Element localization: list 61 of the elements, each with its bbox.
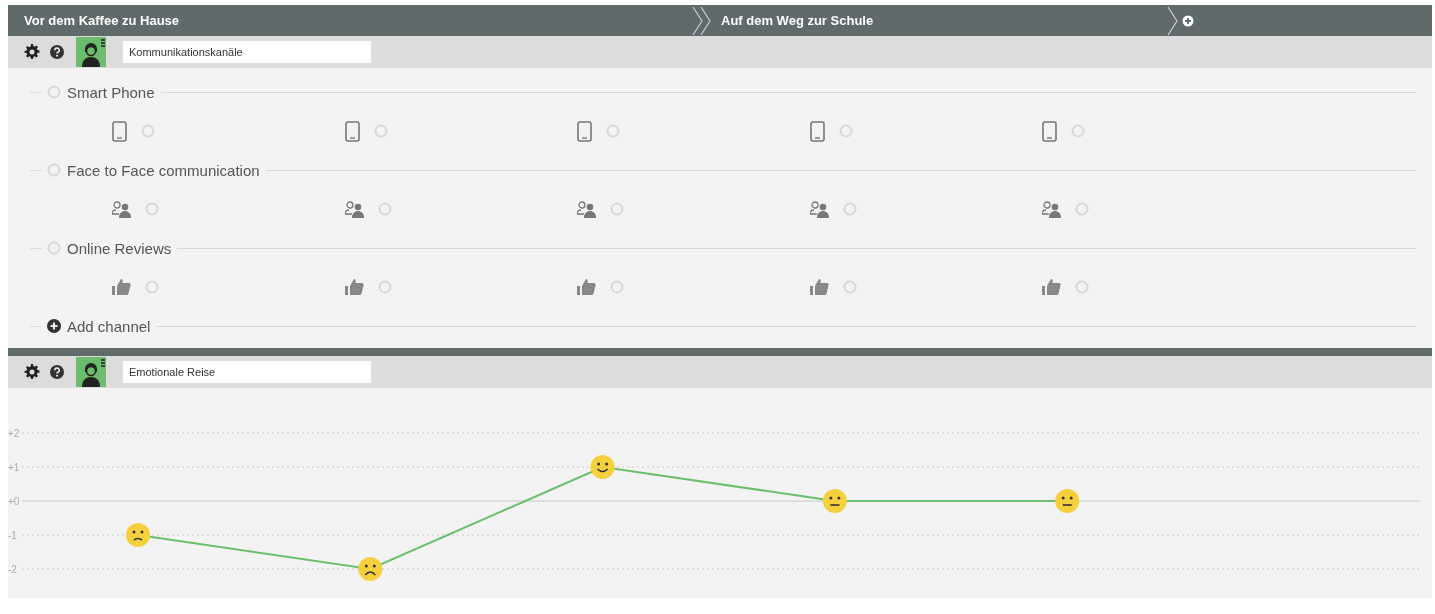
channel-name: Smart Phone xyxy=(67,83,155,101)
stage-tab[interactable]: Auf dem Weg zur Schule xyxy=(712,13,1167,28)
status-icon xyxy=(606,124,620,138)
add-stage-icon[interactable] xyxy=(1182,14,1194,27)
status-icon xyxy=(145,202,159,216)
status-icon xyxy=(838,124,853,138)
chevron-icon xyxy=(692,5,712,36)
axis-label: +0 xyxy=(8,496,20,507)
phone-icon[interactable] xyxy=(1042,120,1057,142)
people-icon[interactable] xyxy=(809,200,829,218)
channel-name: Online Reviews xyxy=(67,239,172,257)
channel-status-icon xyxy=(47,85,61,99)
lane-title-field[interactable]: Kommunikationskanäle xyxy=(123,41,371,63)
people-icon[interactable] xyxy=(112,200,131,218)
status-icon xyxy=(377,202,392,216)
axis-label: -1 xyxy=(8,530,17,541)
thumbs-up-icon[interactable] xyxy=(1042,278,1061,296)
status-icon xyxy=(141,124,155,138)
neutral-face-icon[interactable] xyxy=(1055,489,1080,513)
status-icon xyxy=(377,280,392,294)
people-icon[interactable] xyxy=(1042,200,1061,218)
sad-face-icon[interactable] xyxy=(126,523,150,547)
channel-status-icon xyxy=(47,241,61,255)
channel-status-icon xyxy=(47,163,61,177)
phone-icon[interactable] xyxy=(112,120,127,142)
axis-label: +1 xyxy=(8,462,20,473)
status-icon xyxy=(1071,124,1085,138)
sad-face-icon[interactable] xyxy=(358,557,383,581)
thumbs-up-icon[interactable] xyxy=(344,278,364,296)
help-icon[interactable] xyxy=(50,45,64,59)
status-icon xyxy=(1075,202,1089,216)
help-icon[interactable] xyxy=(50,365,64,379)
channel-name: Face to Face communication xyxy=(67,161,260,179)
thumbs-up-icon[interactable] xyxy=(112,278,131,296)
add-icon[interactable] xyxy=(47,319,61,333)
status-icon xyxy=(842,202,857,216)
add-channel-link[interactable]: Add channel xyxy=(67,317,151,335)
happy-face-icon[interactable] xyxy=(590,455,615,479)
neutral-face-icon[interactable] xyxy=(822,489,847,513)
thumbs-up-icon[interactable] xyxy=(577,278,596,296)
lane-title-field[interactable]: Emotionale Reise xyxy=(123,361,371,383)
axis-label: -2 xyxy=(8,564,17,575)
people-icon[interactable] xyxy=(344,200,364,218)
avatar-icon xyxy=(76,37,106,67)
settings-icon[interactable] xyxy=(24,364,40,380)
status-icon xyxy=(373,124,388,138)
thumbs-up-icon[interactable] xyxy=(809,278,829,296)
status-icon xyxy=(145,280,159,294)
avatar-icon xyxy=(76,357,106,387)
status-icon xyxy=(842,280,857,294)
chevron-icon xyxy=(1167,5,1178,36)
people-icon[interactable] xyxy=(577,200,596,218)
status-icon xyxy=(1075,280,1089,294)
status-icon xyxy=(610,202,624,216)
stage-tab[interactable]: Vor dem Kaffee zu Hause xyxy=(8,13,692,28)
axis-label: +2 xyxy=(8,428,20,439)
phone-icon[interactable] xyxy=(344,120,360,142)
settings-icon[interactable] xyxy=(24,44,40,60)
phone-icon[interactable] xyxy=(809,120,825,142)
phone-icon[interactable] xyxy=(577,120,592,142)
status-icon xyxy=(610,280,624,294)
